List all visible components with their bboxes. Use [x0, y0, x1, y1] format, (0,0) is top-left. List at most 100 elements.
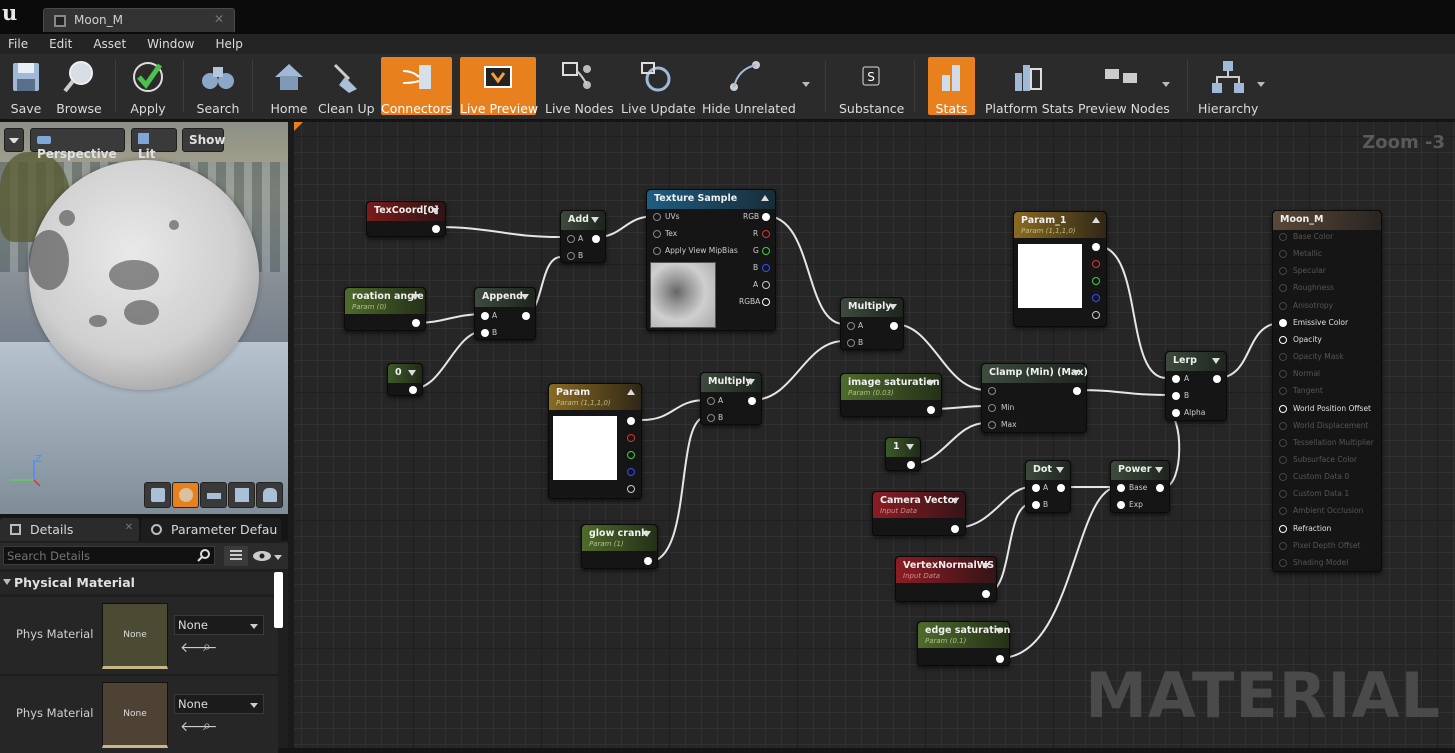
node-param-1[interactable]: Param_1 Param (1,1,1,0) — [1013, 211, 1107, 327]
tab-details[interactable]: Details ✕ — [0, 518, 139, 541]
phys-material-mask-thumbnail[interactable]: None — [102, 682, 168, 748]
input-pin-subsurface-color[interactable] — [1279, 455, 1287, 464]
input-pin-custom-data-1[interactable] — [1279, 490, 1287, 499]
node-texcoord[interactable]: TexCoord[0] — [366, 201, 446, 237]
node-constant-zero[interactable]: 0 — [387, 363, 423, 396]
physical-material-category[interactable]: Physical Material — [0, 572, 278, 594]
node-constant-one[interactable]: 1 — [885, 437, 921, 471]
node-image-saturation[interactable]: image saturation Param (0.03) — [840, 373, 942, 417]
output-pin[interactable] — [644, 557, 652, 565]
live-update-button[interactable]: Live Update — [621, 57, 696, 116]
input-pin-mipbias[interactable] — [653, 247, 661, 255]
node-add[interactable]: Add A B — [560, 210, 606, 263]
node-dot[interactable]: Dot A B — [1025, 460, 1071, 513]
input-pin-tangent[interactable] — [1279, 387, 1287, 396]
input-pin-roughness[interactable] — [1279, 284, 1287, 293]
input-pin-tessellation-multiplier[interactable] — [1279, 438, 1287, 447]
use-selected-arrow-icon[interactable]: 🡐 — [180, 718, 218, 735]
show-button[interactable]: Show — [182, 128, 226, 152]
output-pin-g[interactable] — [627, 451, 635, 459]
input-pin-max[interactable] — [988, 421, 996, 429]
hide-unrelated-dropdown-icon[interactable] — [802, 82, 810, 87]
cube-shape-button[interactable] — [228, 482, 255, 508]
search-button[interactable]: Search — [195, 57, 241, 116]
menu-help[interactable]: Help — [215, 34, 242, 51]
sphere-shape-button[interactable] — [172, 482, 199, 508]
output-pin[interactable] — [522, 312, 530, 320]
input-pin-exp[interactable] — [1117, 501, 1125, 509]
output-pin-g[interactable] — [1092, 277, 1100, 285]
output-pin[interactable] — [927, 406, 935, 414]
node-texture-sample[interactable]: Texture Sample UVs Tex Apply View MipBia… — [646, 189, 776, 331]
substance-button[interactable]: S Substance — [839, 57, 904, 116]
output-pin-b[interactable] — [762, 264, 770, 272]
phys-material-thumbnail[interactable]: None — [102, 603, 168, 669]
output-pin[interactable] — [1073, 387, 1081, 395]
output-pin[interactable] — [890, 322, 898, 330]
close-details-tab-icon[interactable]: ✕ — [125, 522, 133, 533]
input-pin-specular[interactable] — [1279, 267, 1287, 276]
node-camera-vector[interactable]: Camera Vector Input Data — [872, 491, 966, 536]
hierarchy-button[interactable]: Hierarchy — [1198, 57, 1258, 116]
connectors-button[interactable]: Connectors — [381, 57, 452, 116]
input-pin-metallic[interactable] — [1279, 250, 1287, 259]
output-pin[interactable] — [982, 590, 990, 598]
output-pin[interactable] — [432, 225, 440, 233]
phys-material-mask-dropdown[interactable]: None — [174, 694, 264, 714]
output-pin[interactable] — [951, 525, 959, 533]
input-pin-b[interactable] — [567, 252, 575, 260]
stats-button[interactable]: Stats — [928, 57, 975, 116]
close-tab-icon[interactable]: ✕ — [214, 12, 224, 26]
input-pin-a[interactable] — [847, 322, 855, 330]
custom-mesh-button[interactable] — [256, 482, 283, 508]
output-pin-rgba[interactable] — [762, 298, 770, 306]
output-pin-b[interactable] — [1092, 294, 1100, 302]
phys-material-dropdown[interactable]: None — [174, 615, 264, 635]
plane-shape-button[interactable] — [200, 482, 227, 508]
input-pin-b[interactable] — [1172, 392, 1180, 400]
document-tab[interactable]: Moon_M ✕ — [43, 8, 235, 32]
output-pin[interactable] — [412, 319, 420, 327]
input-pin[interactable] — [988, 387, 996, 395]
output-pin[interactable] — [592, 235, 600, 243]
cylinder-shape-button[interactable] — [144, 482, 171, 508]
output-pin[interactable] — [1057, 484, 1065, 492]
output-pin-a[interactable] — [627, 485, 635, 493]
input-pin-alpha[interactable] — [1172, 409, 1180, 417]
menu-file[interactable]: File — [8, 34, 28, 51]
node-vertex-normal-ws[interactable]: VertexNormalWS Input Data — [895, 556, 997, 602]
output-pin-r[interactable] — [1092, 260, 1100, 268]
preview-nodes-button[interactable]: Preview Nodes — [1078, 57, 1170, 116]
input-pin-opacity[interactable] — [1279, 335, 1287, 344]
output-pin[interactable] — [907, 461, 915, 469]
output-pin[interactable] — [1156, 484, 1164, 492]
input-pin-base[interactable] — [1117, 484, 1125, 492]
input-pin-world-displacement[interactable] — [1279, 421, 1287, 430]
details-scrollbar[interactable] — [274, 572, 283, 628]
use-selected-arrow-icon[interactable]: 🡐 — [180, 639, 218, 656]
input-pin-refraction[interactable] — [1279, 524, 1287, 533]
browse-search-icon[interactable]: ⌕ — [203, 639, 211, 655]
output-pin-g[interactable] — [762, 247, 770, 255]
output-pin-a[interactable] — [1092, 311, 1100, 319]
live-nodes-button[interactable]: Live Nodes — [545, 57, 614, 116]
view-options-button[interactable] — [224, 546, 248, 566]
node-rotation-angle[interactable]: roation angle Param (0) — [344, 287, 426, 331]
node-edge-saturation[interactable]: edge saturation Param (0.1) — [917, 621, 1010, 666]
hide-unrelated-button[interactable]: Hide Unrelated — [702, 57, 796, 116]
input-pin-shading-model[interactable] — [1279, 558, 1287, 567]
node-clamp[interactable]: Clamp (Min) (Max) Min Max — [981, 363, 1088, 433]
hierarchy-dropdown-icon[interactable] — [1257, 82, 1265, 87]
output-pin[interactable] — [748, 397, 756, 405]
input-pin-opacity-mask[interactable] — [1279, 353, 1287, 362]
output-pin-r[interactable] — [627, 434, 635, 442]
menu-window[interactable]: Window — [147, 34, 194, 51]
input-pin-b[interactable] — [1032, 501, 1040, 509]
node-glow-crank[interactable]: glow crank Param (1) — [581, 524, 658, 569]
home-button[interactable]: Home — [268, 57, 310, 116]
material-preview-viewport[interactable]: Perspective Lit Show Z — [0, 122, 288, 514]
menu-edit[interactable]: Edit — [49, 34, 72, 51]
node-multiply-2[interactable]: Multiply A B — [700, 372, 762, 425]
input-pin-world-position-offset[interactable] — [1279, 404, 1287, 413]
clean-up-button[interactable]: Clean Up — [318, 57, 375, 116]
